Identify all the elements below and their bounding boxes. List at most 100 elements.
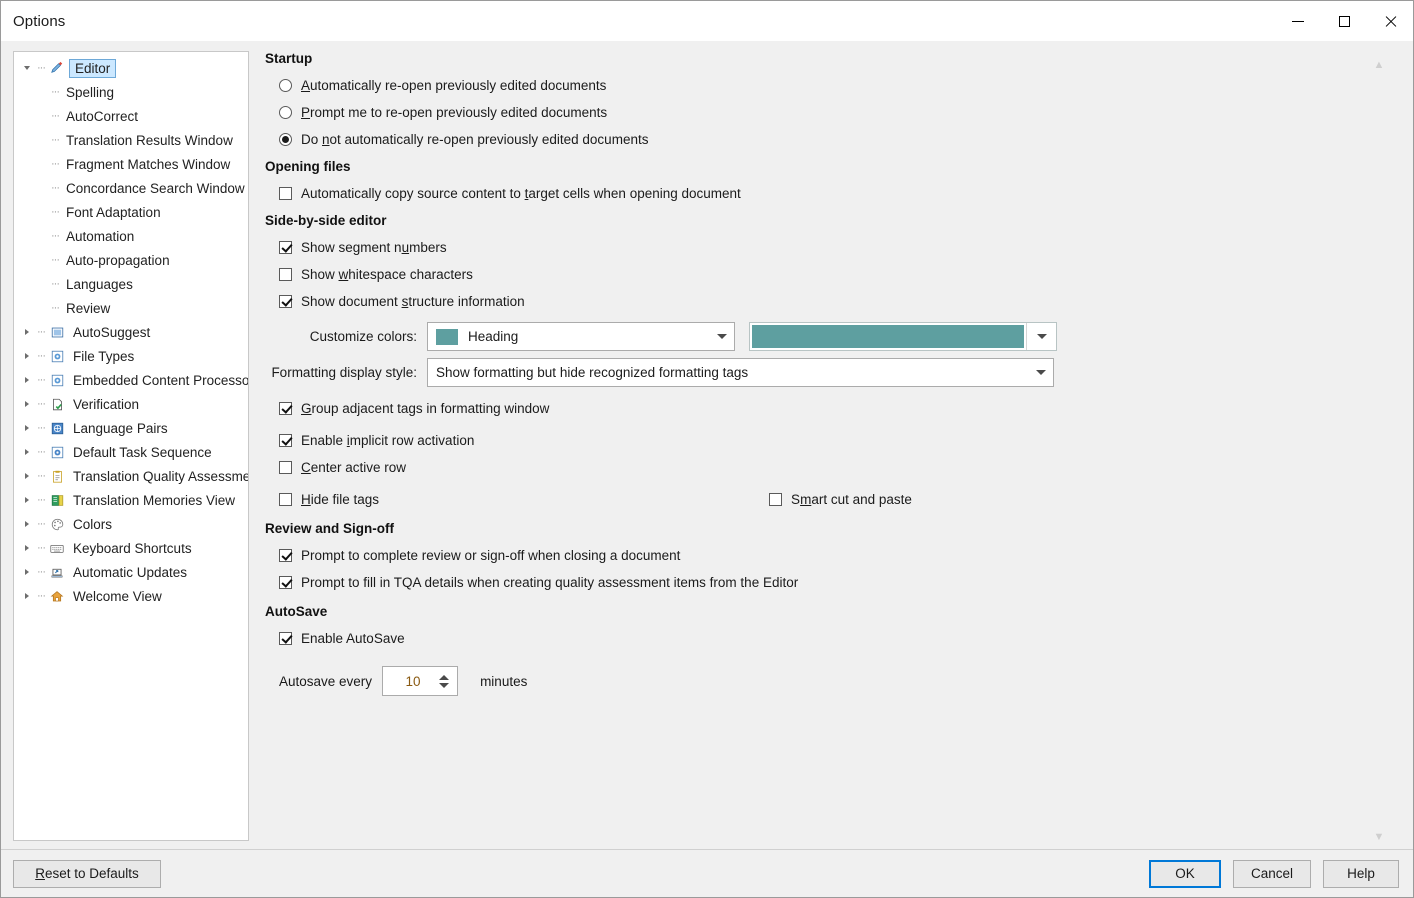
- sidebar-item-automation[interactable]: ··· Automation: [14, 224, 248, 248]
- formatting-display-combo[interactable]: Show formatting but hide recognized form…: [427, 358, 1054, 387]
- checkbox-enable-autosave[interactable]: Enable AutoSave: [265, 625, 1357, 652]
- chevron-down-icon[interactable]: [1026, 323, 1056, 350]
- radio-label: Do not automatically re-open previously …: [301, 131, 649, 147]
- stepper-up-icon[interactable]: [439, 674, 450, 680]
- checkbox-show-whitespace[interactable]: Show whitespace characters: [265, 261, 1357, 288]
- scroll-down-icon[interactable]: ▼: [1367, 827, 1391, 847]
- minimize-button[interactable]: [1275, 1, 1321, 41]
- sidebar-item-review[interactable]: ··· Review: [14, 296, 248, 320]
- chevron-right-icon[interactable]: [20, 449, 34, 455]
- chevron-right-icon[interactable]: [20, 401, 34, 407]
- checkbox-auto-copy-source[interactable]: Automatically copy source content to tar…: [265, 180, 1357, 207]
- checkbox-prompt-tqa-details[interactable]: Prompt to fill in TQA details when creat…: [265, 569, 1357, 596]
- radio-auto-reopen[interactable]: Automatically re-open previously edited …: [265, 72, 1357, 99]
- sidebar-item-label: Translation Results Window: [66, 132, 233, 148]
- sidebar-item-embedded-content-processor[interactable]: ··· Embedded Content Processor: [14, 368, 248, 392]
- tree-guide-icon: ···: [37, 566, 46, 578]
- chevron-right-icon[interactable]: [20, 473, 34, 479]
- chevron-right-icon[interactable]: [20, 521, 34, 527]
- checkbox-smart-cut-paste[interactable]: Smart cut and paste: [769, 492, 912, 508]
- sidebar-item-verification[interactable]: ··· Verification: [14, 392, 248, 416]
- checkbox-indicator: [279, 434, 292, 447]
- radio-no-reopen[interactable]: Do not automatically re-open previously …: [265, 126, 1357, 153]
- sidebar-item-label: Languages: [66, 276, 133, 292]
- sidebar-item-spelling[interactable]: ··· Spelling: [14, 80, 248, 104]
- checkbox-show-doc-structure[interactable]: Show document structure information: [265, 288, 1357, 315]
- radio-prompt-reopen[interactable]: Prompt me to re-open previously edited d…: [265, 99, 1357, 126]
- checkbox-prompt-complete-review[interactable]: Prompt to complete review or sign-off wh…: [265, 542, 1357, 569]
- sidebar-item-colors[interactable]: ··· Colors: [14, 512, 248, 536]
- chevron-right-icon[interactable]: [20, 353, 34, 359]
- ok-button[interactable]: OK: [1149, 859, 1221, 888]
- options-dialog: Options ··· Editor ··· Spelling ··· AutoCorre…: [0, 0, 1414, 898]
- sidebar-item-label: Welcome View: [73, 588, 162, 604]
- sidebar-item-welcome-view[interactable]: ··· Welcome View: [14, 584, 248, 608]
- chevron-right-icon[interactable]: [20, 593, 34, 599]
- chevron-right-icon[interactable]: [20, 545, 34, 551]
- sidebar-item-label: Verification: [73, 396, 140, 412]
- tree-guide-icon: ···: [51, 86, 60, 98]
- chevron-down-icon[interactable]: [710, 323, 734, 350]
- tree-guide-icon: ···: [37, 326, 46, 338]
- scroll-up-icon[interactable]: ▲: [1367, 55, 1391, 75]
- checkbox-show-segment-numbers[interactable]: Show segment numbers: [265, 234, 1357, 261]
- tree-guide-icon: ···: [37, 590, 46, 602]
- stepper-down-icon[interactable]: [439, 682, 450, 688]
- tree-guide-icon: ···: [51, 302, 60, 314]
- sidebar-item-translation-quality-assessmen[interactable]: ··· Translation Quality Assessmen: [14, 464, 248, 488]
- checkbox-label[interactable]: Hide file tags: [301, 492, 379, 508]
- cancel-button[interactable]: Cancel: [1233, 859, 1311, 888]
- sidebar-item-language-pairs[interactable]: ··· Language Pairs: [14, 416, 248, 440]
- side-by-side-section: Side-by-side editor Show segment numbers…: [265, 213, 1357, 513]
- sidebar-item-default-task-sequence[interactable]: ··· Default Task Sequence: [14, 440, 248, 464]
- sidebar-item-label: Spelling: [66, 84, 115, 100]
- sidebar-item-label: Default Task Sequence: [73, 444, 212, 460]
- chevron-down-icon[interactable]: [20, 66, 34, 70]
- sidebar-item-autocorrect[interactable]: ··· AutoCorrect: [14, 104, 248, 128]
- settings-tree[interactable]: ··· Editor ··· Spelling ··· AutoCorrect ··· Tra…: [13, 51, 249, 841]
- chevron-right-icon[interactable]: [20, 377, 34, 383]
- chevron-right-icon[interactable]: [20, 569, 34, 575]
- chevron-right-icon[interactable]: [20, 329, 34, 335]
- maximize-button[interactable]: [1321, 1, 1367, 41]
- formatting-display-label: Formatting display style:: [271, 365, 417, 380]
- checkbox-label: Prompt to complete review or sign-off wh…: [301, 547, 681, 563]
- tree-guide-icon: ···: [37, 398, 46, 410]
- cancel-label: Cancel: [1250, 866, 1294, 881]
- checkbox-label: Show document structure information: [301, 293, 525, 309]
- chevron-down-icon[interactable]: [1029, 359, 1053, 386]
- sidebar-item-languages[interactable]: ··· Languages: [14, 272, 248, 296]
- checkbox-center-active-row[interactable]: Center active row: [265, 454, 1357, 481]
- chevron-right-icon[interactable]: [20, 425, 34, 431]
- sidebar-item-label: Auto-propagation: [66, 252, 170, 268]
- sidebar-item-autosuggest[interactable]: ··· AutoSuggest: [14, 320, 248, 344]
- sidebar-item-keyboard-shortcuts[interactable]: ··· Keyboard Shortcuts: [14, 536, 248, 560]
- checkbox-indicator[interactable]: [279, 493, 292, 506]
- autosave-section: AutoSave Enable AutoSave Autosave every …: [265, 604, 1357, 696]
- minimize-icon: [1292, 20, 1304, 22]
- sidebar-item-file-types[interactable]: ··· File Types: [14, 344, 248, 368]
- sidebar-item-font-adaptation[interactable]: ··· Font Adaptation: [14, 200, 248, 224]
- formatting-display-row: Formatting display style: Show formattin…: [265, 358, 1357, 387]
- sidebar-item-fragment-matches-window[interactable]: ··· Fragment Matches Window: [14, 152, 248, 176]
- opening-files-section: Opening files Automatically copy source …: [265, 159, 1357, 207]
- sidebar-item-auto-propagation[interactable]: ··· Auto-propagation: [14, 248, 248, 272]
- checkbox-indicator: [769, 493, 783, 506]
- minutes-label: minutes: [480, 673, 528, 689]
- updates-icon: [48, 566, 66, 579]
- sidebar-item-translation-results-window[interactable]: ··· Translation Results Window: [14, 128, 248, 152]
- sidebar-item-editor[interactable]: ··· Editor: [14, 56, 248, 80]
- sidebar-item-concordance-search-window[interactable]: ··· Concordance Search Window: [14, 176, 248, 200]
- sidebar-item-translation-memories-view[interactable]: ··· Translation Memories View: [14, 488, 248, 512]
- reset-to-defaults-button[interactable]: Reset to Defaults: [13, 859, 161, 888]
- checkbox-implicit-row-activation[interactable]: Enable implicit row activation: [265, 427, 1357, 454]
- chevron-right-icon[interactable]: [20, 497, 34, 503]
- checkbox-group-adjacent-tags[interactable]: Group adjacent tags in formatting window: [265, 395, 1357, 422]
- sidebar-item-automatic-updates[interactable]: ··· Automatic Updates: [14, 560, 248, 584]
- autosave-interval-stepper[interactable]: 10: [382, 666, 459, 696]
- color-picker-control[interactable]: [749, 322, 1057, 351]
- close-button[interactable]: [1367, 1, 1413, 41]
- help-button[interactable]: Help: [1323, 859, 1399, 888]
- customize-colors-combo[interactable]: Heading: [427, 322, 735, 351]
- verification-icon: [48, 398, 66, 411]
